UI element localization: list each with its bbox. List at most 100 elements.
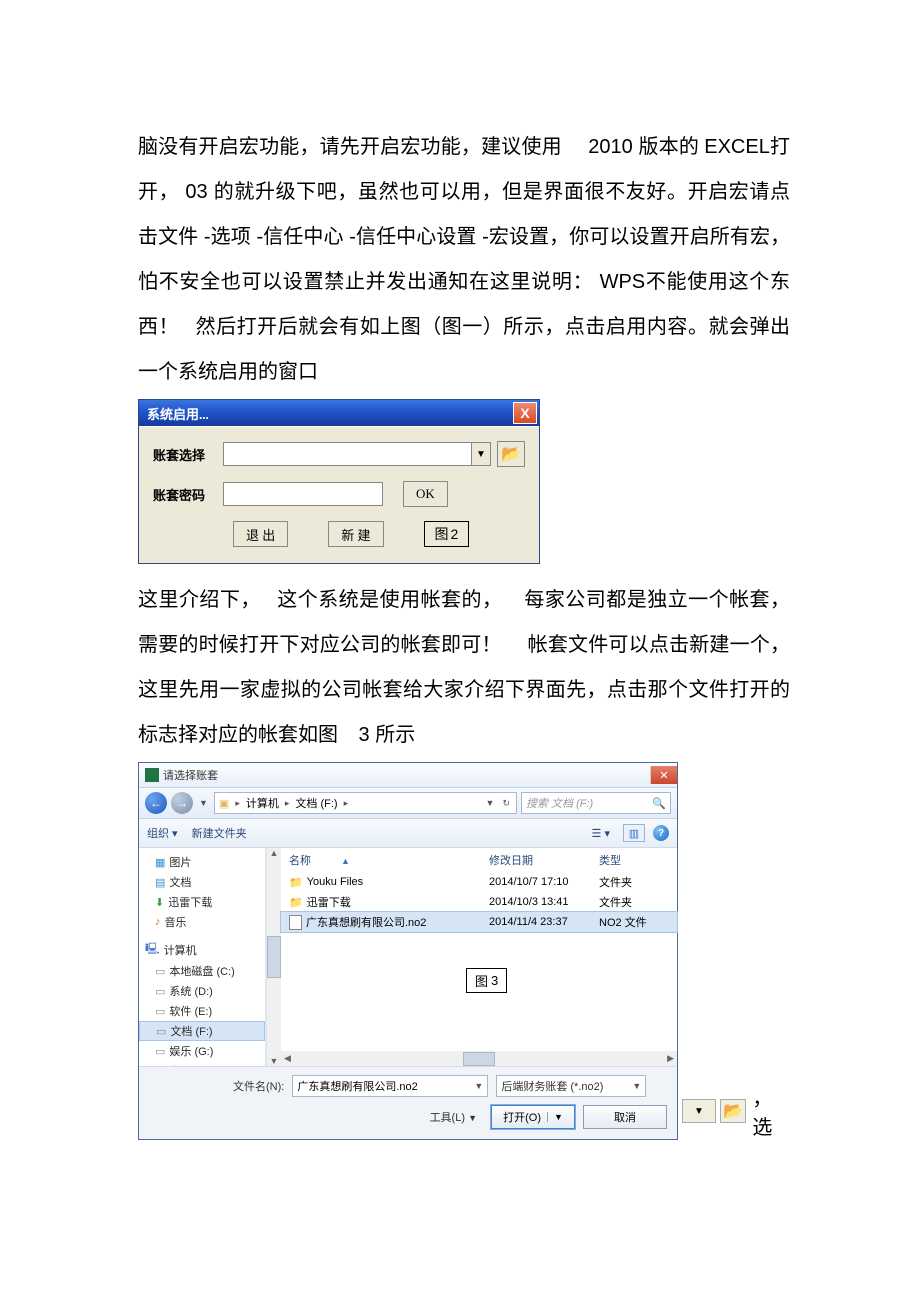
filename-value: 广东真想刷有限公司.no2: [297, 1078, 417, 1094]
filename-combo[interactable]: 广东真想刷有限公司.no2 ▼: [292, 1075, 488, 1097]
sidebar-item-f[interactable]: ▭文档 (F:): [139, 1021, 265, 1041]
fragment-dropdown-button[interactable]: ▼: [682, 1099, 716, 1123]
col-label: 名称: [289, 855, 311, 867]
account-password-label: 账套密码: [153, 485, 223, 504]
account-select-combo[interactable]: ▼: [223, 442, 491, 466]
breadcrumb[interactable]: ▣ ▸ 计算机 ▸ 文档 (F:) ▸ ▼ ↻: [214, 792, 517, 814]
sidebar-item-d[interactable]: ▭系统 (D:): [139, 981, 265, 1001]
ok-button-label: OK: [416, 486, 435, 502]
account-open-button[interactable]: 📂: [497, 441, 525, 467]
sidebar-item-documents[interactable]: ▤文档: [139, 872, 265, 892]
column-name[interactable]: 名称▲: [289, 852, 489, 868]
filename-label: 文件名(N):: [149, 1078, 284, 1094]
tools-label: 工具(L): [430, 1112, 465, 1124]
action-button-row: 工具(L) ▼ 打开(O) ▼ 取消: [149, 1105, 667, 1129]
window-close-button[interactable]: ✕: [650, 766, 677, 784]
p1-seg5: 选项: [211, 226, 251, 248]
refresh-icon[interactable]: ↻: [500, 798, 512, 809]
chevron-right-icon: ▸: [233, 798, 242, 809]
sidebar-label: 图片: [169, 854, 191, 870]
file-rows: 📁Youku Files2014/10/7 17:10文件夹📁迅雷下载2014/…: [281, 872, 677, 932]
tools-button[interactable]: 工具(L) ▼: [430, 1109, 477, 1125]
sidebar-item-c[interactable]: ▭本地磁盘 (C:): [139, 961, 265, 981]
nav-forward-button[interactable]: →: [171, 792, 193, 814]
app-icon: [145, 768, 159, 782]
sidebar-label: 办公 (H:): [169, 1063, 212, 1066]
drive-icon: ▣: [219, 797, 229, 810]
new-folder-button[interactable]: 新建文件夹: [192, 825, 247, 841]
p1-03: 03: [179, 181, 214, 203]
sidebar-label: 本地磁盘 (C:): [169, 963, 234, 979]
close-icon: ✕: [659, 769, 668, 782]
filetype-combo[interactable]: 后端财务账套 (*.no2) ▼: [496, 1075, 646, 1097]
horizontal-scrollbar[interactable]: ◀ ▶: [281, 1051, 677, 1066]
trailing-fragment: ▼ 📂 ，选: [682, 1082, 790, 1140]
cancel-button[interactable]: 取消: [583, 1105, 667, 1129]
preview-pane-button[interactable]: ▥: [623, 824, 645, 842]
file-list-header[interactable]: 名称▲ 修改日期 类型: [281, 848, 677, 872]
file-sidebar: ▦图片 ▤文档 ⬇迅雷下载 ♪音乐 🖳计算机 ▭本地磁盘 (C:) ▭系统 (D…: [139, 848, 266, 1066]
help-button[interactable]: ?: [653, 825, 669, 841]
file-open-dialog: 请选择账套 ✕ ← → ▼ ▣ ▸ 计算机 ▸ 文档 (F:): [138, 762, 678, 1140]
address-bar: ← → ▼ ▣ ▸ 计算机 ▸ 文档 (F:) ▸ ▼ ↻ 搜索 文档 (F:)…: [139, 788, 677, 819]
search-input[interactable]: 搜索 文档 (F:) 🔍: [521, 792, 671, 814]
password-input[interactable]: [223, 482, 383, 506]
file-icon: [289, 915, 302, 930]
file-row[interactable]: 📁Youku Files2014/10/7 17:10文件夹: [281, 872, 677, 892]
breadcrumb-drive[interactable]: 文档 (F:): [295, 795, 337, 811]
breadcrumb-computer[interactable]: 计算机: [246, 795, 279, 811]
scroll-up-icon: ▲: [270, 848, 279, 858]
drive-icon: ▭: [155, 1005, 165, 1018]
close-button[interactable]: X: [513, 402, 537, 424]
sidebar-scrollbar[interactable]: ▲ ▼: [266, 848, 281, 1066]
folder-open-icon: 📂: [501, 444, 521, 464]
view-mode-button[interactable]: ☰ ▾: [587, 825, 615, 842]
file-row[interactable]: 广东真想刷有限公司.no22014/11/4 23:37NO2 文件: [281, 912, 677, 932]
sidebar-item-h[interactable]: ▭办公 (H:): [139, 1061, 265, 1066]
arrow-right-icon: →: [176, 796, 188, 810]
combo-dropdown-button[interactable]: ▼: [471, 443, 490, 465]
sidebar-label: 迅雷下载: [168, 894, 212, 910]
preview-icon: ▥: [629, 827, 639, 840]
sidebar-item-pictures[interactable]: ▦图片: [139, 852, 265, 872]
chevron-right-icon: ▸: [342, 798, 351, 809]
column-type[interactable]: 类型: [599, 852, 669, 868]
sidebar-item-g[interactable]: ▭ 娱乐 (G:): [139, 1041, 265, 1061]
file-dialog-titlebar[interactable]: 请选择账套 ✕: [139, 763, 677, 788]
path-dropdown-button[interactable]: ▼: [484, 798, 497, 808]
dialog-titlebar[interactable]: 系统启用... X: [139, 400, 539, 426]
sidebar-label: 系统 (D:): [169, 983, 212, 999]
nav-back-button[interactable]: ←: [145, 792, 167, 814]
sidebar-group-computer[interactable]: 🖳计算机: [139, 938, 265, 961]
password-wrap: OK: [223, 481, 525, 507]
fragment-open-button[interactable]: 📂: [720, 1099, 746, 1123]
chevron-down-icon: ▼: [632, 1081, 641, 1091]
exit-button[interactable]: 退 出: [233, 521, 288, 547]
sidebar-item-e[interactable]: ▭软件 (E:): [139, 1001, 265, 1021]
open-button[interactable]: 打开(O) ▼: [491, 1105, 575, 1129]
column-date[interactable]: 修改日期: [489, 852, 599, 868]
file-name: 广东真想刷有限公司.no2: [306, 914, 426, 930]
computer-icon: 🖳: [145, 940, 160, 959]
scroll-right-icon: ▶: [664, 1053, 677, 1064]
fig2-prefix: 图: [435, 524, 449, 544]
nav-history-dropdown[interactable]: ▼: [197, 798, 210, 808]
account-select-input[interactable]: [224, 443, 471, 465]
new-button[interactable]: 新 建: [328, 521, 383, 547]
toolbar-left: 组织 ▾ 新建文件夹: [147, 825, 247, 841]
documents-icon: ▤: [155, 876, 165, 889]
drive-icon: ▭: [155, 1045, 165, 1058]
file-row[interactable]: 📁迅雷下载2014/10/3 13:41文件夹: [281, 892, 677, 912]
scrollbar-thumb[interactable]: [267, 936, 281, 978]
view-mode-icon: ☰ ▾: [592, 827, 610, 840]
ok-button[interactable]: OK: [403, 481, 448, 507]
p2-seg2: 这个系统是使用帐套的，: [272, 589, 503, 611]
scroll-left-icon: ◀: [281, 1053, 294, 1064]
sidebar-item-thunder[interactable]: ⬇迅雷下载: [139, 892, 265, 912]
organize-button[interactable]: 组织 ▾: [147, 825, 178, 841]
scrollbar-thumb[interactable]: [463, 1052, 495, 1066]
sidebar-label: 娱乐 (G:): [169, 1043, 213, 1059]
sidebar-item-music[interactable]: ♪音乐: [139, 912, 265, 932]
file-date: 2014/10/3 13:41: [489, 896, 599, 908]
chevron-down-icon: ▼: [474, 1081, 483, 1091]
